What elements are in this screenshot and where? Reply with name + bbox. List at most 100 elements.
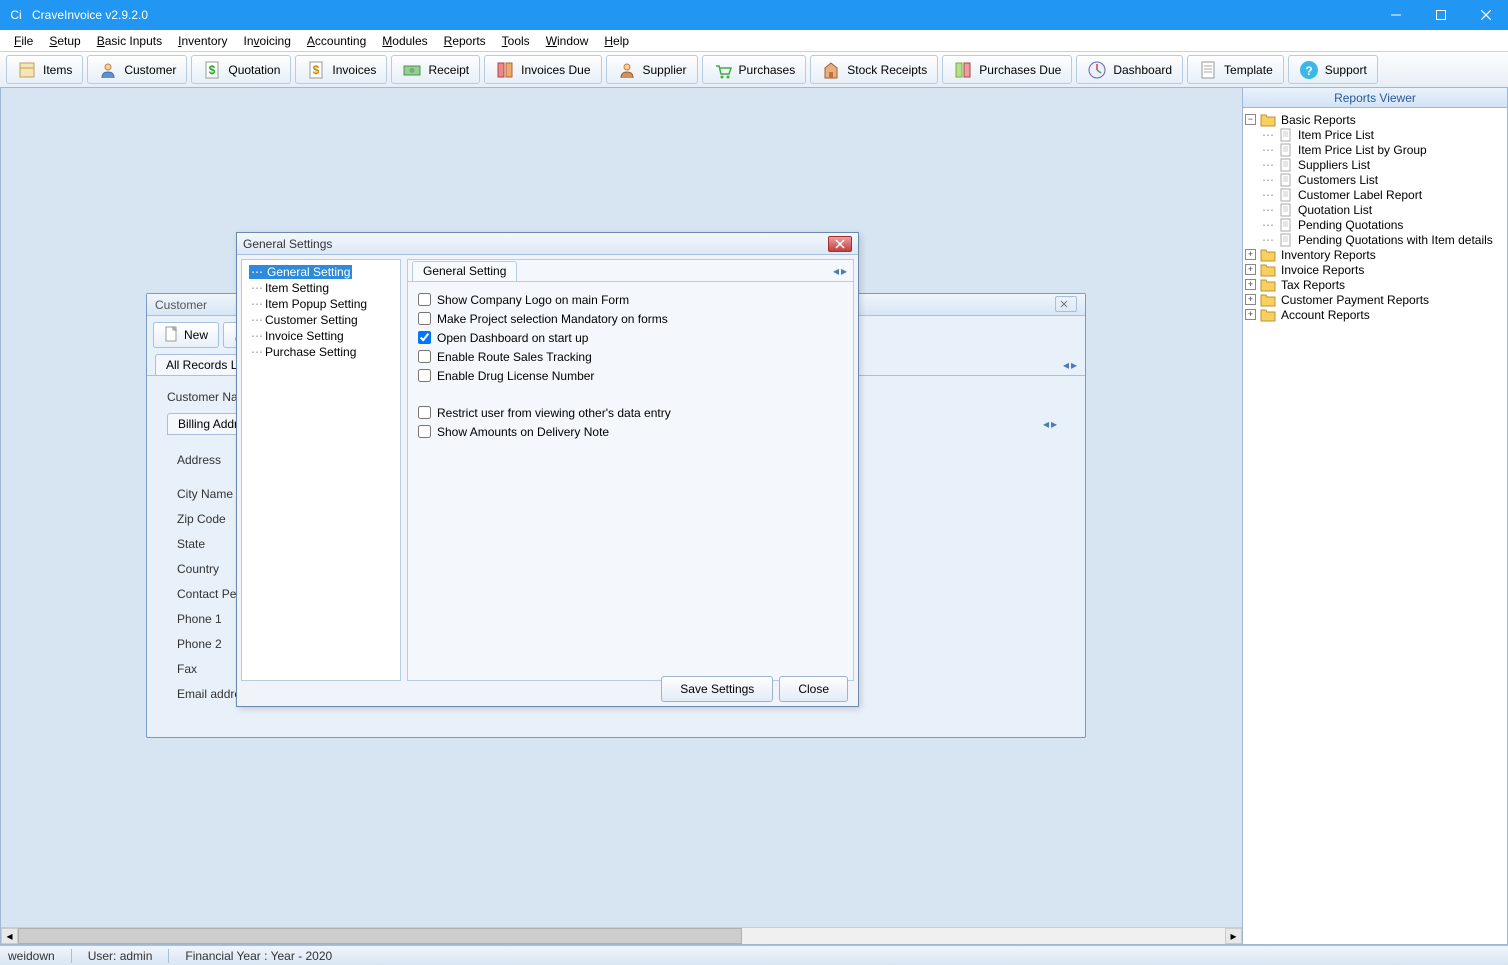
tree-folder[interactable]: +Inventory Reports	[1245, 247, 1505, 262]
tree-item[interactable]: ⋯Pending Quotations	[1245, 217, 1505, 232]
tree-folder[interactable]: +Account Reports	[1245, 307, 1505, 322]
quotation-icon: $	[202, 60, 222, 80]
toolbar-label: Support	[1325, 63, 1367, 77]
option-label: Open Dashboard on start up	[437, 331, 588, 345]
toolbar-dashboard[interactable]: Dashboard	[1076, 55, 1183, 84]
expand-icon[interactable]: +	[1245, 294, 1256, 305]
tree-item[interactable]: ⋯Pending Quotations with Item details	[1245, 232, 1505, 247]
toolbar-label: Supplier	[643, 63, 687, 77]
option-row: Enable Route Sales Tracking	[418, 347, 843, 366]
menu-setup[interactable]: Setup	[41, 32, 88, 50]
toolbar: ItemsCustomer$Quotation$InvoicesReceipt I…	[0, 52, 1508, 88]
status-financial-year: Financial Year : Year - 2020	[185, 949, 332, 963]
invoices-due-icon	[495, 60, 515, 80]
toolbar-receipt[interactable]: Receipt	[391, 55, 480, 84]
tree-item[interactable]: ⋯Suppliers List	[1245, 157, 1505, 172]
toolbar-supplier[interactable]: Supplier	[606, 55, 698, 84]
menu-reports[interactable]: Reports	[436, 32, 494, 50]
option-checkbox[interactable]	[418, 425, 431, 438]
settings-tree-item-setting[interactable]: ⋯Item Setting	[246, 280, 396, 296]
option-row: Enable Drug License Number	[418, 366, 843, 385]
expand-icon[interactable]: +	[1245, 309, 1256, 320]
settings-close-button[interactable]	[828, 236, 852, 252]
toolbar-label: Invoices Due	[521, 63, 590, 77]
menu-accounting[interactable]: Accounting	[299, 32, 374, 50]
settings-tree-general-setting[interactable]: ⋯General Setting	[246, 264, 396, 280]
settings-tree-purchase-setting[interactable]: ⋯Purchase Setting	[246, 344, 396, 360]
statusbar: weidown User: admin Financial Year : Yea…	[0, 945, 1508, 965]
toolbar-template[interactable]: Template	[1187, 55, 1284, 84]
settings-tree-customer-setting[interactable]: ⋯Customer Setting	[246, 312, 396, 328]
option-checkbox[interactable]	[418, 293, 431, 306]
settings-tab-general[interactable]: General Setting	[412, 261, 517, 281]
menu-inventory[interactable]: Inventory	[170, 32, 235, 50]
toolbar-invoices-due[interactable]: Invoices Due	[484, 55, 601, 84]
expand-icon[interactable]: +	[1245, 264, 1256, 275]
tree-folder[interactable]: +Tax Reports	[1245, 277, 1505, 292]
maximize-button[interactable]	[1418, 0, 1463, 30]
menu-file[interactable]: File	[6, 32, 41, 50]
option-checkbox[interactable]	[418, 331, 431, 344]
horizontal-scrollbar[interactable]: ◂ ▸	[1, 927, 1242, 944]
menu-tools[interactable]: Tools	[494, 32, 538, 50]
settings-tree-invoice-setting[interactable]: ⋯Invoice Setting	[246, 328, 396, 344]
support-icon: ?	[1299, 60, 1319, 80]
menu-help[interactable]: Help	[596, 32, 637, 50]
purchases-icon	[713, 60, 733, 80]
settings-title: General Settings	[243, 237, 828, 251]
tree-item[interactable]: ⋯Quotation List	[1245, 202, 1505, 217]
customer-close-button[interactable]	[1055, 296, 1077, 312]
option-checkbox[interactable]	[418, 369, 431, 382]
toolbar-items[interactable]: Items	[6, 55, 83, 84]
option-label: Enable Drug License Number	[437, 369, 594, 383]
expand-icon[interactable]: +	[1245, 249, 1256, 260]
status-company: weidown	[8, 949, 55, 963]
menu-basic-inputs[interactable]: Basic Inputs	[89, 32, 170, 50]
new-button[interactable]: New	[153, 322, 219, 348]
tree-item[interactable]: ⋯Item Price List by Group	[1245, 142, 1505, 157]
scroll-thumb[interactable]	[18, 928, 742, 944]
customer-icon	[98, 60, 118, 80]
tree-item[interactable]: ⋯Item Price List	[1245, 127, 1505, 142]
toolbar-quotation[interactable]: $Quotation	[191, 55, 291, 84]
save-settings-button[interactable]: Save Settings	[661, 676, 773, 702]
tab-next-icon[interactable]: ▸	[1071, 358, 1077, 372]
settings-tree-item-popup-setting[interactable]: ⋯Item Popup Setting	[246, 296, 396, 312]
menu-modules[interactable]: Modules	[374, 32, 435, 50]
settings-tab-next-icon[interactable]: ▸	[841, 264, 847, 278]
collapse-icon[interactable]: −	[1245, 114, 1256, 125]
svg-text:Ci: Ci	[10, 8, 21, 22]
tree-folder[interactable]: +Customer Payment Reports	[1245, 292, 1505, 307]
scroll-right-icon[interactable]: ▸	[1225, 928, 1242, 944]
minimize-button[interactable]	[1373, 0, 1418, 30]
tree-item[interactable]: ⋯Customers List	[1245, 172, 1505, 187]
close-settings-button[interactable]: Close	[779, 676, 848, 702]
option-checkbox[interactable]	[418, 406, 431, 419]
subtab-next-icon[interactable]: ▸	[1051, 417, 1057, 431]
settings-tab-prev-icon[interactable]: ◂	[833, 264, 839, 278]
toolbar-stock-receipts[interactable]: Stock Receipts	[810, 55, 938, 84]
toolbar-label: Purchases Due	[979, 63, 1061, 77]
subtab-prev-icon[interactable]: ◂	[1043, 417, 1049, 431]
toolbar-support[interactable]: ? Support	[1288, 55, 1378, 84]
tree-folder[interactable]: +Invoice Reports	[1245, 262, 1505, 277]
toolbar-purchases-due[interactable]: Purchases Due	[942, 55, 1072, 84]
toolbar-purchases[interactable]: Purchases	[702, 55, 807, 84]
main-area: Customer New M All Records List ◂▸ Custo…	[0, 88, 1508, 945]
menu-window[interactable]: Window	[538, 32, 597, 50]
toolbar-invoices[interactable]: $Invoices	[295, 55, 387, 84]
toolbar-customer[interactable]: Customer	[87, 55, 187, 84]
menu-invoicing[interactable]: Invoicing	[236, 32, 299, 50]
tab-prev-icon[interactable]: ◂	[1063, 358, 1069, 372]
close-button[interactable]	[1463, 0, 1508, 30]
settings-dialog: General Settings ⋯General Setting⋯Item S…	[236, 232, 859, 707]
scroll-left-icon[interactable]: ◂	[1, 928, 18, 944]
expand-icon[interactable]: +	[1245, 279, 1256, 290]
option-checkbox[interactable]	[418, 350, 431, 363]
app-icon: Ci	[8, 7, 24, 23]
tree-folder-basic-reports[interactable]: −Basic Reports	[1245, 112, 1505, 127]
tree-item[interactable]: ⋯Customer Label Report	[1245, 187, 1505, 202]
receipt-icon	[402, 60, 422, 80]
option-checkbox[interactable]	[418, 312, 431, 325]
toolbar-label: Template	[1224, 63, 1273, 77]
